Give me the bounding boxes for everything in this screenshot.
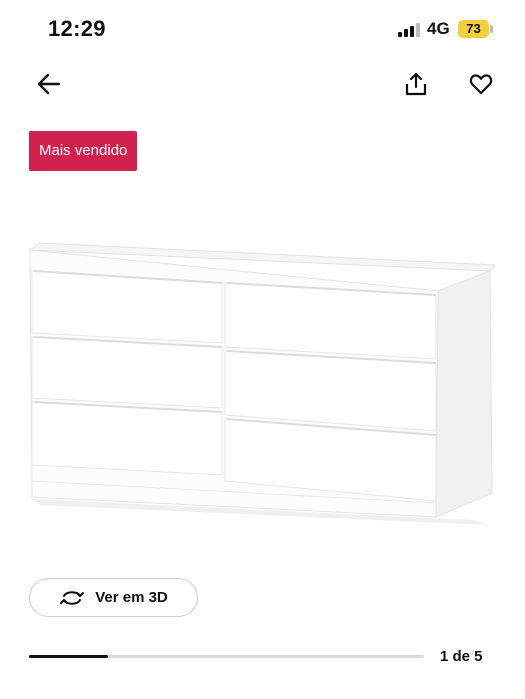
gallery-progress-track	[29, 655, 424, 658]
gallery-progress-fill	[29, 655, 108, 658]
share-button[interactable]	[398, 66, 434, 102]
signal-strength-icon	[398, 22, 420, 37]
heart-icon	[469, 74, 493, 95]
best-seller-badge: Mais vendido	[29, 131, 138, 171]
battery-indicator: 73	[458, 20, 489, 38]
rotate-icon	[60, 590, 85, 605]
arrow-left-icon	[37, 73, 61, 95]
back-button[interactable]	[31, 66, 67, 102]
favorite-button[interactable]	[463, 66, 499, 102]
network-type: 4G	[427, 19, 450, 38]
clock: 12:29	[48, 16, 106, 41]
product-image[interactable]	[20, 235, 505, 535]
view-3d-button[interactable]: Ver em 3D	[29, 578, 198, 617]
view-3d-label: Ver em 3D	[95, 589, 168, 606]
battery-tip	[490, 25, 493, 33]
gallery-page-counter: 1 de 5	[440, 648, 483, 665]
share-icon	[405, 72, 427, 96]
status-bar: 12:29 4G 73	[0, 0, 525, 58]
